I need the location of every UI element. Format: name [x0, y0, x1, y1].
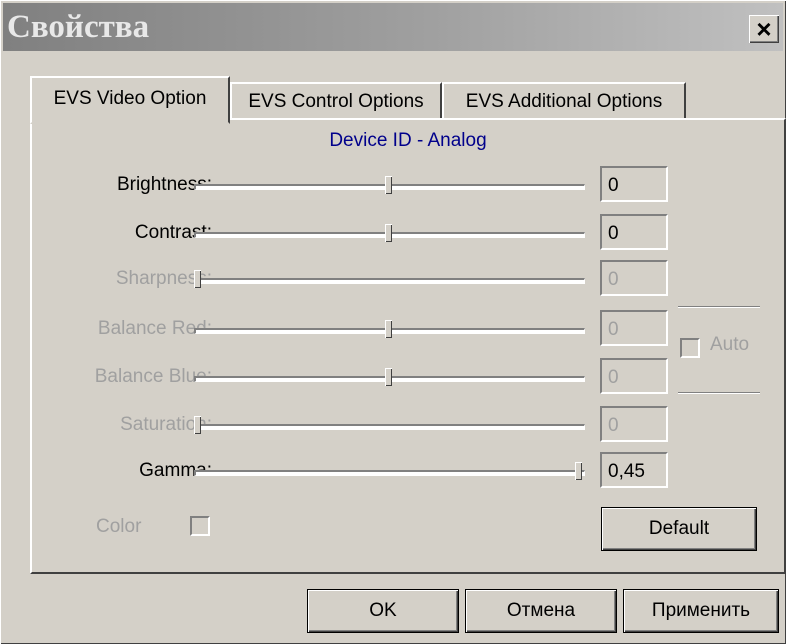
- apply-button[interactable]: Применить: [624, 590, 778, 632]
- slider-value-field[interactable]: 0: [600, 166, 668, 202]
- color-checkbox[interactable]: [190, 516, 210, 536]
- slider-track[interactable]: [194, 278, 585, 284]
- auto-separator-top: [678, 306, 760, 308]
- window-title: Свойства: [7, 9, 150, 45]
- slider-value-field[interactable]: 0: [600, 260, 668, 296]
- slider-value-field[interactable]: 0: [600, 310, 668, 346]
- tab-label: EVS Additional Options: [465, 91, 663, 112]
- ok-button[interactable]: OK: [308, 590, 458, 632]
- cancel-button[interactable]: Отмена: [466, 590, 616, 632]
- slider-value-field[interactable]: 0: [600, 358, 668, 394]
- color-label: Color: [96, 516, 142, 537]
- default-button[interactable]: Default: [602, 508, 756, 550]
- auto-label: Auto: [710, 334, 750, 355]
- slider-thumb[interactable]: [385, 320, 392, 338]
- slider-track[interactable]: [194, 424, 585, 430]
- slider-value-field[interactable]: 0,45: [600, 452, 668, 488]
- slider-thumb[interactable]: [385, 176, 392, 194]
- properties-dialog: Свойства × EVS Video Option EVS Control …: [0, 0, 786, 644]
- slider-thumb[interactable]: [194, 270, 201, 288]
- slider-track[interactable]: [194, 470, 585, 476]
- tab-label: EVS Control Options: [248, 91, 424, 112]
- auto-checkbox[interactable]: [680, 338, 700, 358]
- slider-thumb[interactable]: [385, 224, 392, 242]
- tab-evs-control-options[interactable]: EVS Control Options: [230, 82, 442, 120]
- tab-evs-additional-options[interactable]: EVS Additional Options: [442, 82, 686, 120]
- title-bar[interactable]: Свойства ×: [3, 3, 783, 51]
- close-icon: ×: [756, 14, 772, 44]
- slider-thumb[interactable]: [194, 416, 201, 434]
- slider-value-field[interactable]: 0: [600, 214, 668, 250]
- tab-evs-video-option[interactable]: EVS Video Option: [30, 76, 230, 124]
- slider-value-field[interactable]: 0: [600, 406, 668, 442]
- auto-separator-bottom: [678, 392, 760, 394]
- close-button[interactable]: ×: [749, 15, 779, 43]
- tab-label: EVS Video Option: [53, 88, 207, 109]
- device-id-label: Device ID - Analog: [329, 130, 487, 151]
- slider-thumb[interactable]: [385, 368, 392, 386]
- video-options-panel: Device ID - Analog Brightness: 0 Contrast:…: [30, 118, 786, 574]
- slider-thumb[interactable]: [575, 462, 582, 480]
